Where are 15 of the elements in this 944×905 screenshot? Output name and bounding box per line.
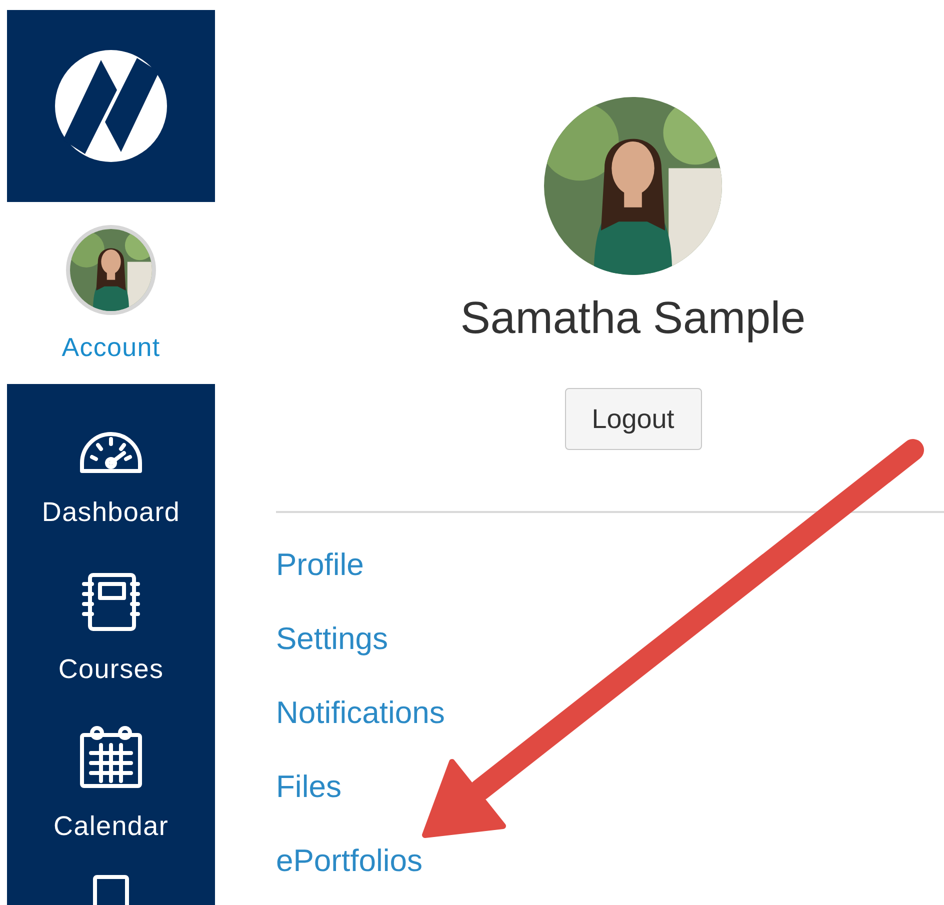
logo-icon (55, 50, 167, 162)
user-name: Samatha Sample (460, 293, 806, 343)
account-link[interactable]: Notifications (276, 695, 445, 731)
nav-item[interactable]: Courses (7, 541, 215, 698)
nav-item[interactable]: Dashboard (7, 384, 215, 541)
account-link[interactable]: Files (276, 769, 342, 805)
account-link[interactable]: ePortfolios (276, 843, 422, 879)
account-link[interactable]: Settings (276, 621, 388, 657)
notebook-icon (80, 572, 142, 632)
logo-panel[interactable] (7, 10, 215, 202)
logout-button[interactable]: Logout (564, 388, 702, 450)
account-link[interactable]: Profile (276, 547, 364, 583)
calendar-icon (79, 725, 143, 789)
inbox-icon[interactable] (91, 875, 131, 905)
nav-item[interactable]: Calendar (7, 698, 215, 855)
